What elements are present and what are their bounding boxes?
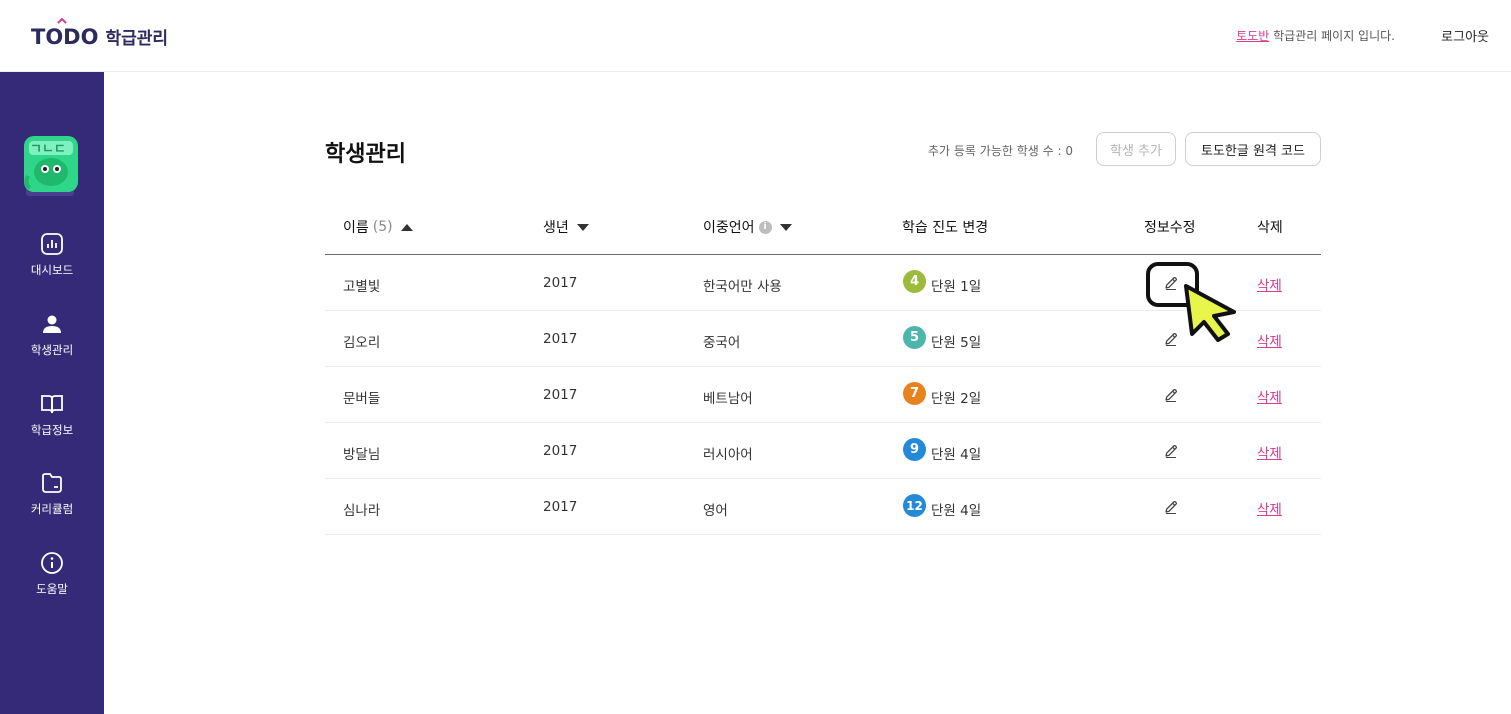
delete-link[interactable]: 삭제: [1257, 498, 1282, 518]
logo-subtitle: 학급관리: [105, 29, 169, 49]
sidebar-item-students[interactable]: 학생관리: [0, 312, 104, 358]
student-language: 한국어만 사용: [703, 279, 782, 295]
header-delete: 삭제: [1257, 220, 1283, 236]
user-icon: [43, 315, 61, 333]
student-language: 러시아어: [703, 447, 753, 463]
table-header: 이름 (5) 생년 이중언어 i 학습 진도 변경 정보수정 삭제: [325, 198, 1321, 255]
sort-desc-icon: [779, 223, 792, 231]
pencil-edit-icon[interactable]: [1163, 387, 1179, 403]
header-name[interactable]: 이름 (5): [343, 217, 413, 237]
character-avatar-icon: ㄱㄴㄷ: [24, 136, 78, 196]
pencil-edit-icon[interactable]: [1163, 275, 1179, 291]
table-body: 고별빛 2017 한국어만 사용 4 단원 1일 삭제 김오리 2017 중국어 5 단원 5일 삭제…: [325, 255, 1321, 535]
unit-badge[interactable]: 9: [903, 438, 926, 461]
student-birth-year: 2017: [543, 443, 578, 459]
delete-link[interactable]: 삭제: [1257, 274, 1282, 294]
student-birth-year: 2017: [543, 499, 578, 515]
sidebar: ㄱㄴㄷ 대시보드 학생관리 학급정보 커리큘럼 도움말: [0, 72, 104, 714]
page-notice: 토도반 학급관리 페이지 입니다.: [1236, 27, 1395, 44]
sidebar-item-class-info[interactable]: 학급정보: [0, 392, 104, 438]
table-row: 김오리 2017 중국어 5 단원 5일 삭제: [325, 311, 1321, 367]
header-bilingual[interactable]: 이중언어 i: [703, 217, 792, 237]
unit-badge[interactable]: 7: [903, 382, 926, 405]
page-notice-text: 학급관리 페이지 입니다.: [1269, 29, 1395, 43]
sidebar-item-label: 커리큘럼: [30, 502, 74, 516]
progress-text[interactable]: 단원 4일: [931, 443, 981, 463]
sort-asc-icon: [400, 223, 413, 231]
page-title: 학생관리: [325, 142, 406, 167]
table-row: 고별빛 2017 한국어만 사용 4 단원 1일 삭제: [325, 255, 1321, 311]
table-row: 문버들 2017 베트남어 7 단원 2일 삭제: [325, 367, 1321, 423]
progress-text[interactable]: 단원 4일: [931, 499, 981, 519]
student-name: 문버들: [343, 391, 381, 407]
student-name: 심나라: [343, 503, 381, 519]
student-table: 이름 (5) 생년 이중언어 i 학습 진도 변경 정보수정 삭제 고별빛 201…: [325, 198, 1321, 535]
folder-icon: [42, 473, 62, 493]
sidebar-item-curriculum[interactable]: 커리큘럼: [0, 471, 104, 517]
pencil-edit-icon[interactable]: [1163, 443, 1179, 459]
student-language: 영어: [703, 503, 728, 519]
delete-link[interactable]: 삭제: [1257, 386, 1282, 406]
student-name: 방달님: [343, 447, 381, 463]
unit-badge[interactable]: 4: [903, 270, 926, 293]
svg-text:ㄱㄴㄷ: ㄱㄴㄷ: [30, 142, 66, 157]
sidebar-item-dashboard[interactable]: 대시보드: [0, 232, 104, 278]
sort-desc-icon: [576, 223, 589, 231]
sidebar-item-help[interactable]: 도움말: [0, 551, 104, 597]
delete-link[interactable]: 삭제: [1257, 442, 1282, 462]
student-language: 베트남어: [703, 391, 753, 407]
table-row: 방달님 2017 러시아어 9 단원 4일 삭제: [325, 423, 1321, 479]
logout-button[interactable]: 로그아웃: [1441, 26, 1489, 45]
info-tooltip-icon[interactable]: i: [758, 220, 772, 234]
logo[interactable]: TODO 학급관리: [31, 18, 169, 49]
add-student-button[interactable]: 학생 추가: [1096, 132, 1176, 166]
progress-text[interactable]: 단원 1일: [931, 275, 981, 295]
sidebar-item-label: 도움말: [36, 582, 68, 596]
delete-link[interactable]: 삭제: [1257, 330, 1282, 350]
remote-code-button[interactable]: 토도한글 원격 코드: [1185, 132, 1321, 166]
sidebar-item-label: 학생관리: [30, 343, 74, 357]
book-icon: [41, 395, 63, 414]
unit-badge[interactable]: 5: [903, 326, 926, 349]
pencil-edit-icon[interactable]: [1163, 331, 1179, 347]
header-edit: 정보수정: [1144, 220, 1196, 236]
header-name-label: 이름: [343, 220, 369, 236]
table-row: 심나라 2017 영어 12 단원 4일 삭제: [325, 479, 1321, 535]
class-name-link[interactable]: 토도반: [1236, 29, 1269, 43]
student-birth-year: 2017: [543, 387, 578, 403]
info-icon: [41, 552, 63, 574]
pencil-edit-icon[interactable]: [1163, 499, 1179, 515]
student-birth-year: 2017: [543, 275, 578, 291]
header-birth-year[interactable]: 생년: [543, 217, 589, 237]
student-name: 고별빛: [343, 279, 381, 295]
chart-icon: [41, 233, 63, 255]
student-language: 중국어: [703, 335, 741, 351]
progress-text[interactable]: 단원 2일: [931, 387, 981, 407]
student-birth-year: 2017: [543, 331, 578, 347]
top-header: TODO 학급관리 토도반 학급관리 페이지 입니다. 로그아웃: [0, 0, 1511, 72]
header-bilingual-label: 이중언어: [703, 220, 755, 236]
header-name-count: (5): [372, 219, 393, 235]
available-count-text: 추가 등록 가능한 학생 수 : 0: [928, 144, 1073, 158]
header-progress: 학습 진도 변경: [902, 220, 989, 236]
progress-text[interactable]: 단원 5일: [931, 331, 981, 351]
header-birth-year-label: 생년: [543, 220, 569, 236]
student-name: 김오리: [343, 335, 381, 351]
sidebar-item-label: 대시보드: [30, 263, 74, 277]
logo-hat-icon: [57, 18, 67, 24]
logo-text: TODO: [31, 24, 99, 49]
sidebar-item-label: 학급정보: [30, 423, 74, 437]
unit-badge[interactable]: 12: [903, 494, 926, 517]
